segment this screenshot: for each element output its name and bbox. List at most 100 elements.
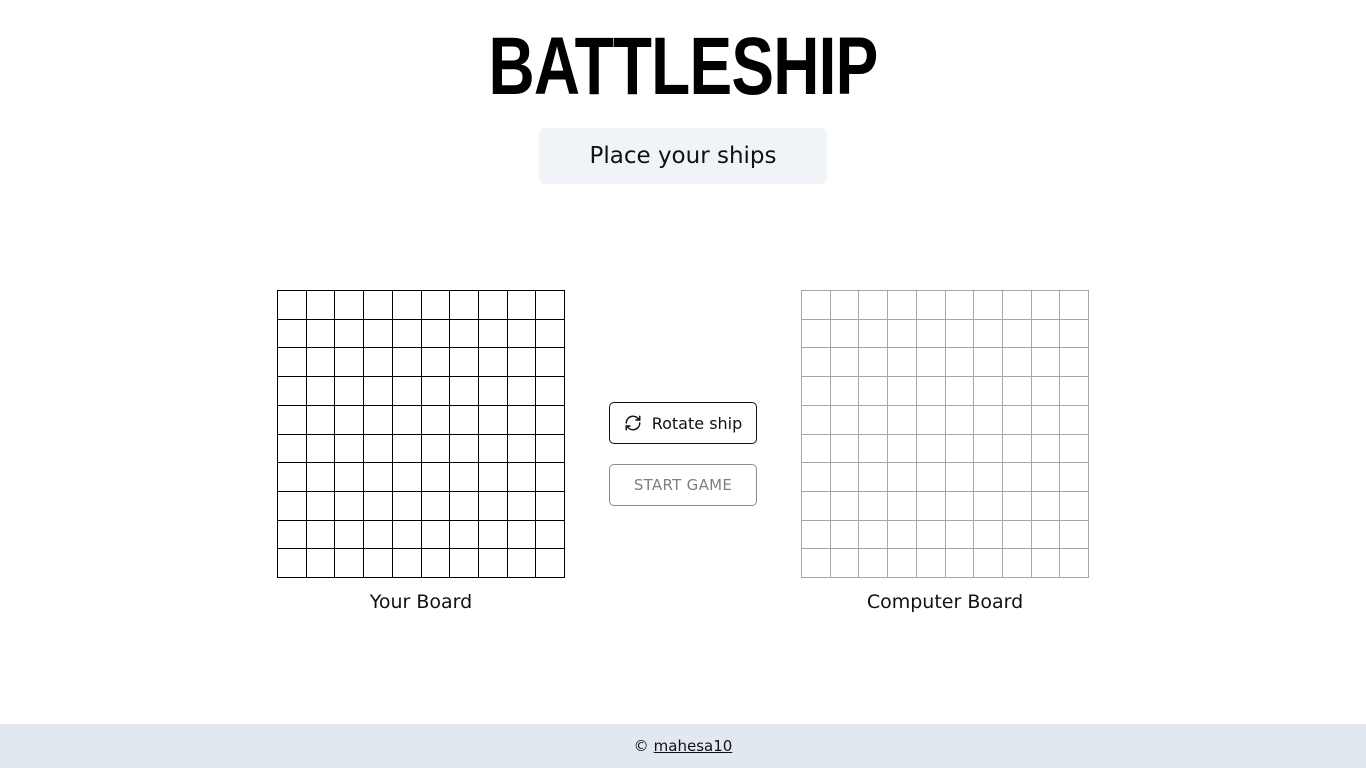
player-board-cell[interactable]: [335, 463, 365, 492]
player-board-cell[interactable]: [278, 319, 307, 349]
computer-board-cell[interactable]: [945, 377, 975, 406]
player-board-cell[interactable]: [450, 463, 479, 492]
player-board-cell[interactable]: [364, 319, 393, 349]
computer-board[interactable]: [801, 290, 1089, 578]
computer-board-cell[interactable]: [1060, 291, 1089, 320]
player-board-cell[interactable]: [478, 520, 508, 550]
computer-board-cell[interactable]: [888, 291, 917, 320]
computer-board-cell[interactable]: [888, 520, 917, 550]
computer-board-cell[interactable]: [945, 405, 975, 435]
player-board-cell[interactable]: [278, 377, 307, 406]
player-board[interactable]: [277, 290, 565, 578]
computer-board-cell[interactable]: [1002, 319, 1032, 349]
player-board-cell[interactable]: [478, 463, 508, 492]
computer-board-cell[interactable]: [888, 348, 917, 378]
computer-board-cell[interactable]: [888, 405, 917, 435]
player-board-cell[interactable]: [306, 549, 336, 578]
computer-board-cell[interactable]: [1031, 291, 1061, 320]
player-board-cell[interactable]: [306, 463, 336, 492]
computer-board-cell[interactable]: [830, 348, 860, 378]
player-board-cell[interactable]: [421, 520, 451, 550]
player-board-cell[interactable]: [507, 348, 537, 378]
computer-board-cell[interactable]: [1002, 291, 1032, 320]
player-board-cell[interactable]: [392, 377, 422, 406]
player-board-cell[interactable]: [507, 434, 537, 464]
player-board-cell[interactable]: [421, 348, 451, 378]
player-board-cell[interactable]: [306, 319, 336, 349]
player-board-cell[interactable]: [507, 520, 537, 550]
computer-board-cell[interactable]: [859, 434, 889, 464]
player-board-cell[interactable]: [478, 319, 508, 349]
computer-board-cell[interactable]: [830, 491, 860, 521]
computer-board-cell[interactable]: [945, 549, 975, 578]
computer-board-cell[interactable]: [859, 348, 889, 378]
player-board-cell[interactable]: [421, 377, 451, 406]
player-board-cell[interactable]: [421, 549, 451, 578]
computer-board-cell[interactable]: [888, 549, 917, 578]
player-board-cell[interactable]: [478, 491, 508, 521]
computer-board-cell[interactable]: [945, 463, 975, 492]
computer-board-cell[interactable]: [802, 405, 831, 435]
player-board-cell[interactable]: [335, 405, 365, 435]
computer-board-cell[interactable]: [830, 463, 860, 492]
player-board-cell[interactable]: [392, 319, 422, 349]
player-board-cell[interactable]: [364, 520, 393, 550]
computer-board-cell[interactable]: [888, 319, 917, 349]
player-board-cell[interactable]: [278, 463, 307, 492]
computer-board-cell[interactable]: [830, 549, 860, 578]
computer-board-cell[interactable]: [1002, 377, 1032, 406]
computer-board-cell[interactable]: [945, 491, 975, 521]
computer-board-cell[interactable]: [859, 291, 889, 320]
computer-board-cell[interactable]: [859, 463, 889, 492]
player-board-cell[interactable]: [335, 520, 365, 550]
computer-board-cell[interactable]: [859, 405, 889, 435]
player-board-cell[interactable]: [278, 348, 307, 378]
computer-board-cell[interactable]: [802, 434, 831, 464]
player-board-cell[interactable]: [478, 434, 508, 464]
computer-board-cell[interactable]: [1031, 463, 1061, 492]
computer-board-cell[interactable]: [830, 319, 860, 349]
player-board-cell[interactable]: [306, 405, 336, 435]
computer-board-cell[interactable]: [974, 377, 1003, 406]
computer-board-cell[interactable]: [974, 463, 1003, 492]
player-board-cell[interactable]: [364, 463, 393, 492]
player-board-cell[interactable]: [450, 319, 479, 349]
player-board-cell[interactable]: [478, 291, 508, 320]
computer-board-cell[interactable]: [888, 463, 917, 492]
computer-board-cell[interactable]: [859, 491, 889, 521]
player-board-cell[interactable]: [364, 291, 393, 320]
player-board-cell[interactable]: [421, 434, 451, 464]
computer-board-cell[interactable]: [916, 348, 946, 378]
computer-board-cell[interactable]: [1002, 491, 1032, 521]
player-board-cell[interactable]: [364, 491, 393, 521]
computer-board-cell[interactable]: [916, 291, 946, 320]
player-board-cell[interactable]: [450, 491, 479, 521]
computer-board-cell[interactable]: [830, 520, 860, 550]
player-board-cell[interactable]: [392, 491, 422, 521]
computer-board-cell[interactable]: [888, 434, 917, 464]
computer-board-cell[interactable]: [859, 549, 889, 578]
computer-board-cell[interactable]: [1060, 491, 1089, 521]
player-board-cell[interactable]: [392, 348, 422, 378]
computer-board-cell[interactable]: [974, 319, 1003, 349]
player-board-cell[interactable]: [507, 405, 537, 435]
player-board-cell[interactable]: [306, 520, 336, 550]
author-link[interactable]: mahesa10: [654, 737, 733, 755]
rotate-ship-button[interactable]: Rotate ship: [609, 402, 757, 444]
computer-board-cell[interactable]: [945, 291, 975, 320]
computer-board-cell[interactable]: [1031, 491, 1061, 521]
player-board-cell[interactable]: [392, 405, 422, 435]
player-board-cell[interactable]: [335, 549, 365, 578]
player-board-cell[interactable]: [536, 291, 565, 320]
player-board-cell[interactable]: [392, 434, 422, 464]
computer-board-cell[interactable]: [1002, 463, 1032, 492]
computer-board-cell[interactable]: [916, 434, 946, 464]
player-board-cell[interactable]: [507, 291, 537, 320]
player-board-cell[interactable]: [278, 405, 307, 435]
computer-board-cell[interactable]: [802, 291, 831, 320]
player-board-cell[interactable]: [478, 405, 508, 435]
player-board-cell[interactable]: [364, 405, 393, 435]
computer-board-cell[interactable]: [1060, 348, 1089, 378]
start-game-button[interactable]: START GAME: [609, 464, 757, 506]
player-board-cell[interactable]: [450, 348, 479, 378]
